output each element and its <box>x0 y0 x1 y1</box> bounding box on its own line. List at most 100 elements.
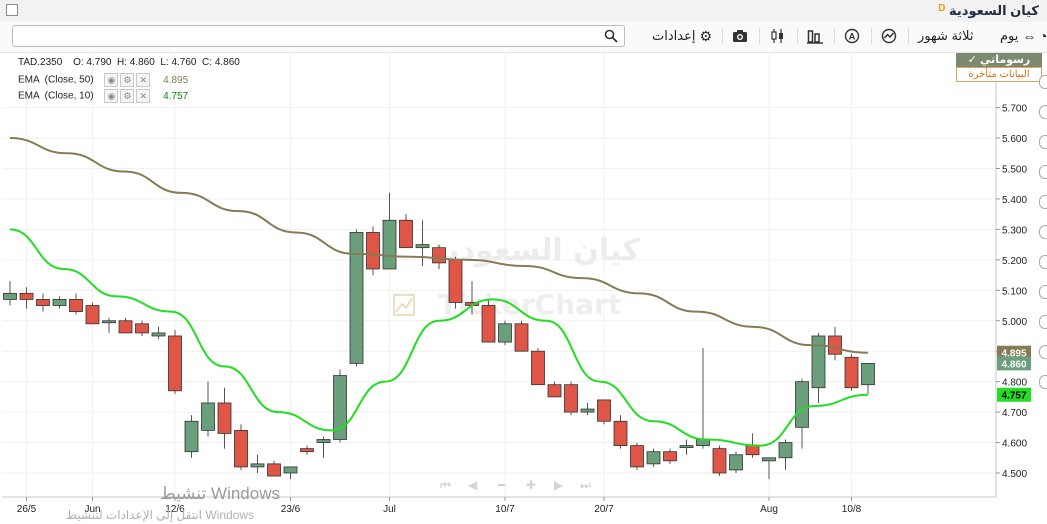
camera-icon <box>733 30 747 42</box>
screenshot-button[interactable] <box>732 25 748 47</box>
y-tick-label: 4.700 <box>1002 408 1027 419</box>
candle-body <box>729 454 743 471</box>
ema50-legend: EMA (Close, 50) ◉ ⚙ ✕ 4.895 <box>18 73 188 87</box>
period-icon-button[interactable]: ◔ <box>1039 25 1047 47</box>
tool-handle[interactable] <box>1039 195 1047 209</box>
tool-handle[interactable] <box>1039 345 1047 359</box>
grid-layer <box>2 52 996 497</box>
delayed-data-label: البيانات متأخرة <box>956 67 1042 82</box>
scroll-start-icon[interactable]: ⏮ <box>440 478 451 492</box>
window-checkbox[interactable] <box>6 4 18 16</box>
tool-handle[interactable] <box>1039 75 1047 89</box>
candle-body <box>811 335 826 389</box>
candle-body <box>613 420 628 446</box>
ema10-controls: ◉ ⚙ ✕ <box>104 89 152 103</box>
last-price-tag: 4.860 <box>1001 359 1026 370</box>
candle-body <box>679 445 694 448</box>
candle-body <box>382 219 397 270</box>
candle-body <box>498 323 512 343</box>
eye-icon[interactable]: ◉ <box>104 73 119 87</box>
close-icon[interactable]: ✕ <box>136 73 151 87</box>
candle-body <box>432 247 446 264</box>
indicators-button[interactable] <box>770 25 786 47</box>
y-tick-label: 5.100 <box>1002 286 1027 297</box>
toolbar-separator <box>834 28 835 44</box>
range-selector[interactable]: ثلاثة شهور <box>918 25 973 47</box>
x-tick-label: 26/5 <box>17 504 37 515</box>
candle-body <box>514 323 529 352</box>
tool-handle[interactable] <box>1039 135 1047 149</box>
candle-body <box>85 305 100 325</box>
candle-body <box>52 299 67 306</box>
tool-handle[interactable] <box>1039 255 1047 269</box>
x-tick-label: 23/6 <box>281 504 301 515</box>
chart-toolbar: ⚙ إعدادات A ثلاثة شهور ⇔ يوم ◔ <box>0 22 1047 53</box>
candle-body <box>844 356 859 389</box>
candle-body <box>36 299 50 306</box>
auto-scale-button[interactable]: A <box>844 25 860 47</box>
price-chart[interactable]: كيان السعودية TickerChart 4.5004.6004.70… <box>0 52 1047 521</box>
scroll-left-icon[interactable]: ◀ <box>468 478 478 492</box>
auto-icon: A <box>844 28 860 44</box>
candle-body <box>151 332 166 337</box>
candle-body <box>564 384 578 413</box>
settings-button[interactable]: ⚙ إعدادات <box>652 25 712 47</box>
candle-body <box>597 399 611 422</box>
candle-body <box>250 463 265 468</box>
right-drawing-tools <box>1039 75 1047 405</box>
scroll-right-icon[interactable]: ▶ <box>554 478 564 492</box>
scroll-controls[interactable]: ⏮ ◀ ━ ✚ ▶ ⏭ <box>440 478 591 492</box>
chart-type-button[interactable] <box>807 25 823 47</box>
candle-body <box>745 445 760 456</box>
x-tick-label: 10/8 <box>842 504 862 515</box>
tool-handle[interactable] <box>1039 225 1047 239</box>
tool-handle[interactable] <box>1039 315 1047 329</box>
realtime-box: رسوماتي ✓ البيانات متأخرة <box>956 53 1042 82</box>
x-tick-label: 20/7 <box>594 504 614 515</box>
daily-badge: D <box>938 3 946 14</box>
chart-area[interactable]: كيان السعودية TickerChart 4.500 4.600 4.70… <box>0 52 1047 521</box>
compare-button[interactable] <box>881 25 897 47</box>
symbol-search-input[interactable] <box>12 25 600 47</box>
candle-body <box>861 362 875 386</box>
candle-body <box>316 439 331 443</box>
zoom-in-icon[interactable]: ✚ <box>526 478 536 492</box>
toolbar-separator <box>871 28 872 44</box>
search-button[interactable] <box>598 25 625 47</box>
tool-handle[interactable] <box>1039 165 1047 179</box>
gear-icon[interactable]: ⚙ <box>120 89 135 103</box>
candle-body <box>234 429 248 468</box>
axis-layer: 4.5004.6004.7004.8004.9005.0005.1005.200… <box>2 52 1031 515</box>
ema50-controls: ◉ ⚙ ✕ <box>104 73 152 87</box>
candle-body <box>778 442 793 459</box>
search-icon <box>604 29 618 43</box>
eye-icon[interactable]: ◉ <box>104 89 119 103</box>
zoom-out-icon[interactable]: ━ <box>497 478 506 492</box>
y-tick-label: 4.600 <box>1002 439 1027 450</box>
realtime-button[interactable]: رسوماتي ✓ <box>956 53 1042 67</box>
y-tick-label: 4.500 <box>1002 469 1027 480</box>
tool-handle[interactable] <box>1039 285 1047 299</box>
y-tick-label: 5.700 <box>1002 104 1027 115</box>
candle-body <box>69 299 83 313</box>
candle-body <box>415 244 430 249</box>
period-selector[interactable]: ⇔ يوم <box>1000 25 1036 47</box>
candle-body <box>795 381 809 428</box>
tool-handle[interactable] <box>1039 105 1047 119</box>
y-tick-label: 5.000 <box>1002 317 1027 328</box>
watermark-logo-icon <box>393 294 415 316</box>
x-tick-label: Aug <box>760 504 778 515</box>
candle-body <box>168 335 182 392</box>
close-icon[interactable]: ✕ <box>136 89 151 103</box>
svg-text:A: A <box>849 32 856 42</box>
candle-body <box>630 445 644 468</box>
tool-handle[interactable] <box>1039 375 1047 389</box>
ticker-label: TAD.2350 <box>18 57 63 68</box>
candle-body <box>184 420 199 453</box>
ema10-value: 4.757 <box>163 90 189 102</box>
candle-body <box>19 292 34 300</box>
scroll-end-icon[interactable]: ⏭ <box>580 478 591 492</box>
gear-icon[interactable]: ⚙ <box>120 73 135 87</box>
windows-activation-text: انتقل إلى الإعدادات لتنشيط Windows <box>66 508 255 522</box>
y-tick-label: 4.800 <box>1002 378 1027 389</box>
